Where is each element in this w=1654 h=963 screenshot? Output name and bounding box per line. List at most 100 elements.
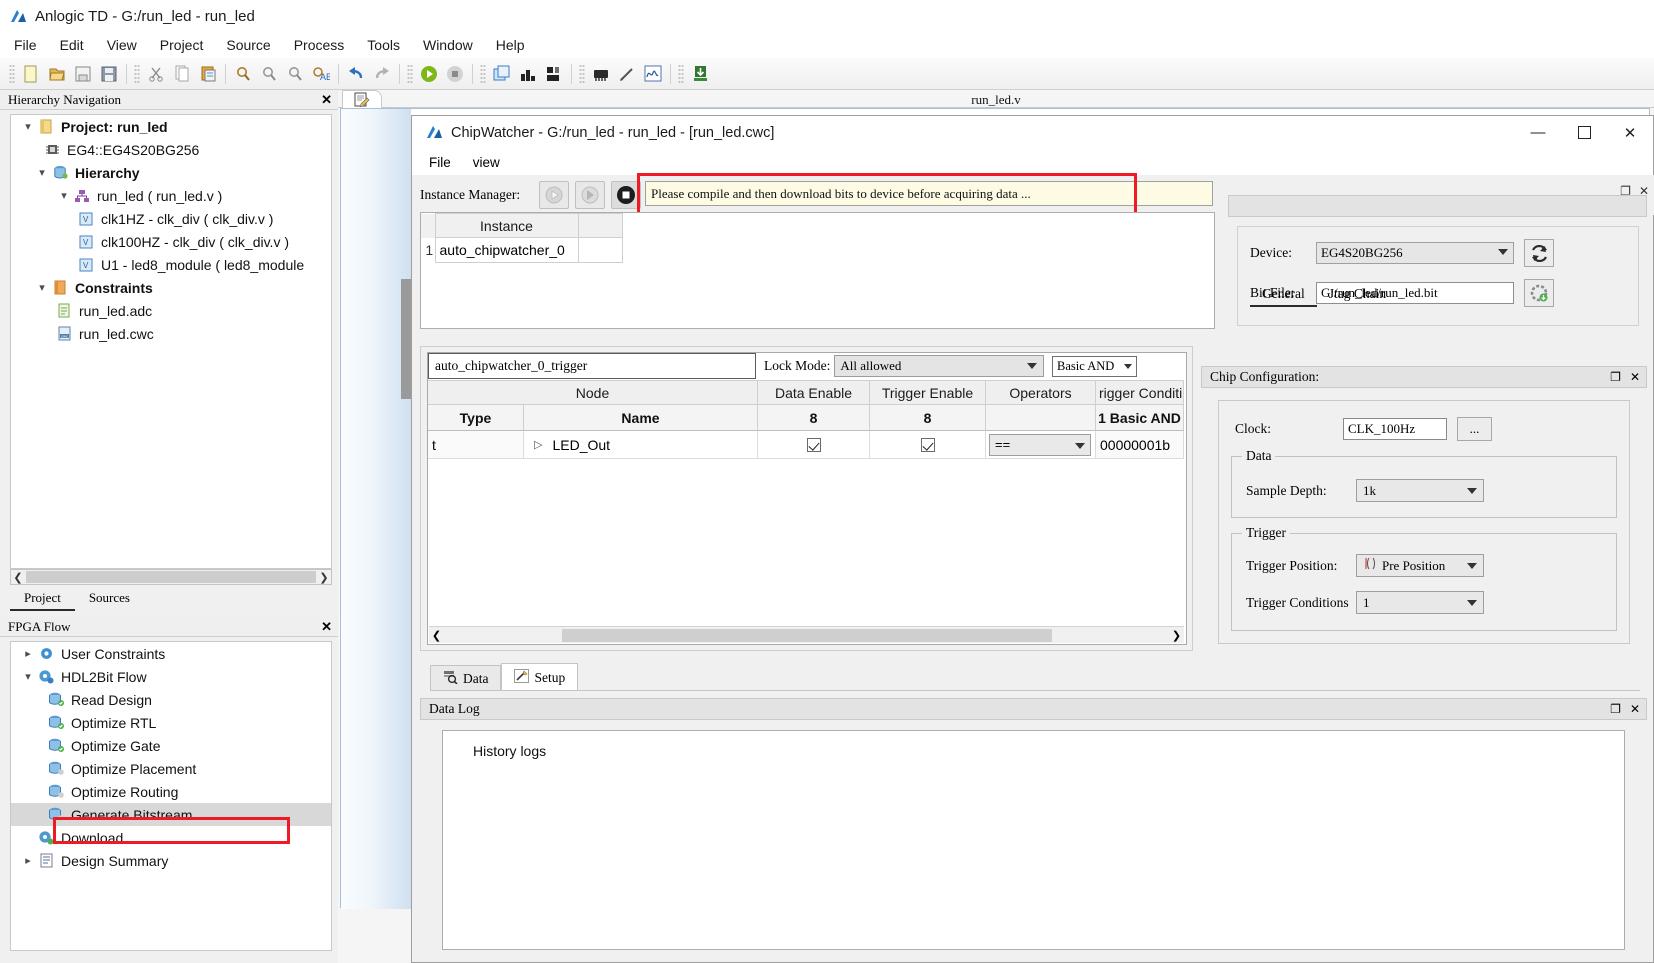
flow-item-optimize-placement[interactable]: Optimize Placement xyxy=(11,757,331,780)
waveform-icon[interactable] xyxy=(640,61,666,87)
tree-item-constraints[interactable]: ▾ Constraints xyxy=(11,276,331,299)
tab-setup[interactable]: Setup xyxy=(501,663,579,691)
run-icon[interactable] xyxy=(416,61,442,87)
trigger-horizontal-scrollbar[interactable]: ❮ ❯ xyxy=(429,626,1184,643)
flow-item-download[interactable]: Download xyxy=(11,826,331,849)
chevron-right-icon[interactable]: ❯ xyxy=(1169,629,1184,642)
flow-item-hdl2bit-flow[interactable]: ▾ HDL2Bit Flow xyxy=(11,665,331,688)
menu-process[interactable]: Process xyxy=(294,37,345,53)
close-icon[interactable]: ✕ xyxy=(321,619,332,635)
table-row[interactable]: 1 auto_chipwatcher_0 xyxy=(421,237,1214,263)
editor-vertical-scrollbar[interactable] xyxy=(401,279,411,399)
cell-trigger-enable[interactable] xyxy=(870,431,986,459)
flow-item-design-summary[interactable]: ▸ Design Summary xyxy=(11,849,331,872)
maximize-icon[interactable] xyxy=(1561,116,1607,149)
twisty-expanded-icon[interactable]: ▾ xyxy=(19,120,37,133)
cw-menu-view[interactable]: view xyxy=(473,155,500,170)
tree-item-project[interactable]: ▾ Project: run_led xyxy=(11,115,331,138)
device-select[interactable]: EG4S20BG256 xyxy=(1316,242,1514,264)
twisty-collapsed-icon[interactable]: ▸ xyxy=(19,647,37,660)
scrollbar-thumb[interactable] xyxy=(561,628,1052,642)
refresh-icon[interactable] xyxy=(1524,239,1554,267)
report-icon[interactable] xyxy=(515,61,541,87)
tree-item-run-led-adc[interactable]: run_led.adc xyxy=(11,299,331,322)
tab-sources[interactable]: Sources xyxy=(75,588,144,611)
tab-jtag-chain[interactable]: Jtag Chain xyxy=(1317,284,1398,307)
cw-menu-file[interactable]: File xyxy=(429,155,451,170)
step-disabled-icon[interactable] xyxy=(575,181,605,209)
twisty-collapsed-icon[interactable]: ▸ xyxy=(19,854,37,867)
tree-item-u1[interactable]: V U1 - led8_module ( led8_module xyxy=(11,253,331,276)
toolbar-grip[interactable] xyxy=(9,63,15,84)
tree-item-clk100hz[interactable]: V clk100HZ - clk_div ( clk_div.v ) xyxy=(11,230,331,253)
minimize-icon[interactable]: — xyxy=(1515,116,1561,149)
clock-browse-button[interactable]: ... xyxy=(1457,417,1492,441)
tree-item-device[interactable]: EG4::EG4S20BG256 xyxy=(11,138,331,161)
menu-edit[interactable]: Edit xyxy=(60,37,84,53)
data-enable-checkbox[interactable] xyxy=(806,437,821,452)
cut-icon[interactable] xyxy=(143,61,169,87)
close-icon[interactable]: ✕ xyxy=(1607,116,1653,149)
stop-icon[interactable] xyxy=(442,61,468,87)
menu-help[interactable]: Help xyxy=(496,37,525,53)
menu-window[interactable]: Window xyxy=(423,37,473,53)
instance-extra-cell[interactable] xyxy=(577,237,623,263)
flow-item-user-constraints[interactable]: ▸ User Constraints xyxy=(11,642,331,665)
trigger-conditions-select[interactable]: 1 xyxy=(1356,591,1484,614)
cell-operator[interactable]: == xyxy=(986,431,1096,459)
tree-item-run-led[interactable]: ▾ run_led ( run_led.v ) xyxy=(11,184,331,207)
zoom-in-icon[interactable] xyxy=(282,61,308,87)
toolbar-grip-3[interactable] xyxy=(407,63,413,84)
tab-general[interactable]: General xyxy=(1250,284,1317,307)
cell-data-enable[interactable] xyxy=(758,431,870,459)
data-log-body[interactable]: History logs xyxy=(442,730,1625,950)
save-all-icon[interactable] xyxy=(96,61,122,87)
tab-data[interactable]: Data xyxy=(430,665,502,691)
flow-item-generate-bitstream[interactable]: Generate Bitstream xyxy=(11,803,331,826)
hierarchy-horizontal-scrollbar[interactable]: ❮ ❯ xyxy=(10,569,332,585)
float-icon[interactable]: ❐ xyxy=(1610,370,1621,385)
chip-icon[interactable] xyxy=(588,61,614,87)
triangle-right-icon[interactable]: ▷ xyxy=(534,438,542,451)
scrollbar-thumb[interactable] xyxy=(26,571,316,583)
tree-item-clk1hz[interactable]: V clk1HZ - clk_div ( clk_div.v ) xyxy=(11,207,331,230)
instance-name-cell[interactable]: auto_chipwatcher_0 xyxy=(434,237,579,263)
trigger-position-select[interactable]: Pre Position xyxy=(1356,554,1484,577)
copy-icon[interactable] xyxy=(169,61,195,87)
flow-item-optimize-routing[interactable]: Optimize Routing xyxy=(11,780,331,803)
paste-icon[interactable] xyxy=(195,61,221,87)
tab-project[interactable]: Project xyxy=(10,588,75,611)
twisty-expanded-icon[interactable]: ▾ xyxy=(33,281,51,294)
instance-table-panel[interactable]: Instance 1 auto_chipwatcher_0 xyxy=(420,212,1215,329)
cell-trigger-condition[interactable]: 00000001b xyxy=(1096,431,1184,459)
menu-tools[interactable]: Tools xyxy=(367,37,400,53)
chevron-left-icon[interactable]: ❮ xyxy=(11,571,25,584)
tree-item-run-led-cwc[interactable]: cwc run_led.cwc xyxy=(11,322,331,345)
cell-name[interactable]: ▷ LED_Out xyxy=(524,431,758,459)
redo-icon[interactable] xyxy=(369,61,395,87)
chevron-right-icon[interactable]: ❯ xyxy=(317,571,331,584)
clock-input[interactable]: CLK_100Hz xyxy=(1343,418,1447,440)
find-replace-icon[interactable]: AB xyxy=(308,61,334,87)
pencil-icon[interactable] xyxy=(614,61,640,87)
undo-icon[interactable] xyxy=(343,61,369,87)
tile-windows-icon[interactable] xyxy=(489,61,515,87)
twisty-expanded-icon[interactable]: ▾ xyxy=(33,166,51,179)
basic-and-select[interactable]: Basic AND xyxy=(1052,356,1137,377)
menu-file[interactable]: File xyxy=(14,37,37,53)
toolbar-grip-5[interactable] xyxy=(579,63,585,84)
save-icon[interactable] xyxy=(70,61,96,87)
flow-item-read-design[interactable]: Read Design xyxy=(11,688,331,711)
chevron-left-icon[interactable]: ❮ xyxy=(429,629,444,642)
zoom-icon[interactable] xyxy=(230,61,256,87)
menu-view[interactable]: View xyxy=(107,37,137,53)
flow-item-optimize-gate[interactable]: Optimize Gate xyxy=(11,734,331,757)
program-device-icon[interactable] xyxy=(1524,279,1554,307)
new-file-icon[interactable] xyxy=(18,61,44,87)
play-disabled-icon[interactable] xyxy=(539,181,569,209)
lock-mode-select[interactable]: All allowed xyxy=(834,355,1045,377)
fpga-flow-tree[interactable]: ▸ User Constraints ▾ HDL2Bit Flow Read D… xyxy=(10,641,332,951)
table-row[interactable]: t ▷ LED_Out == 00000001b xyxy=(428,431,1186,459)
menu-source[interactable]: Source xyxy=(226,37,270,53)
trigger-enable-checkbox[interactable] xyxy=(920,437,935,452)
